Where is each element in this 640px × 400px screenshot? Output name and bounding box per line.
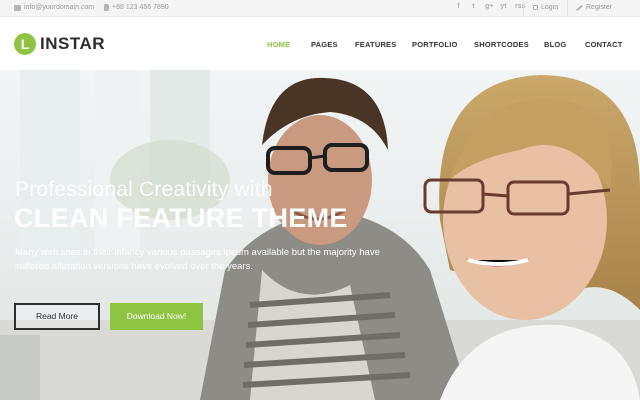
login-link[interactable]: Login [533, 4, 558, 11]
contact-phone: +88 123 456 7890 [104, 4, 169, 11]
hero-photo [0, 70, 640, 400]
register-link[interactable]: Register [576, 4, 612, 11]
nav-portfolio[interactable]: PORTFOLIO [412, 40, 458, 49]
hero-title: CLEAN FEATURE THEME [14, 203, 348, 233]
divider [567, 0, 568, 17]
nav-contact[interactable]: CONTACT [585, 40, 623, 49]
download-now-button[interactable]: Download Now! [110, 303, 203, 330]
facebook-icon[interactable]: f [455, 3, 462, 10]
site-header: L INSTAR HOME PAGES FEATURES PORTFOLIO S… [0, 17, 640, 70]
social-links: f t g+ yt rss [455, 3, 526, 10]
envelope-icon [14, 4, 21, 11]
twitter-icon[interactable]: t [470, 3, 477, 10]
divider [523, 0, 524, 17]
nav-blog[interactable]: BLOG [544, 40, 566, 49]
pencil-icon [576, 4, 583, 11]
nav-pages[interactable]: PAGES [311, 40, 338, 49]
youtube-icon[interactable]: yt [500, 3, 507, 10]
google-plus-icon[interactable]: g+ [485, 3, 493, 10]
nav-shortcodes[interactable]: SHORTCODES [474, 40, 529, 49]
hero-subtitle: Professional Creativity with [15, 178, 273, 201]
hero-banner: Professional Creativity with CLEAN FEATU… [0, 70, 640, 400]
read-more-button[interactable]: Read More [14, 303, 100, 330]
contact-email[interactable]: info@yourdomain.com [14, 4, 94, 11]
phone-icon [104, 4, 109, 11]
lock-icon [533, 5, 538, 10]
logo-text[interactable]: INSTAR [40, 34, 105, 54]
phone-text: +88 123 456 7890 [112, 4, 169, 11]
hero-description: Many web sites in their infancy various … [15, 247, 380, 272]
nav-home[interactable]: HOME [267, 40, 290, 49]
nav-features[interactable]: FEATURES [355, 40, 396, 49]
register-label: Register [586, 4, 613, 11]
top-utility-bar: info@yourdomain.com +88 123 456 7890 f t… [0, 0, 640, 17]
email-text: info@yourdomain.com [24, 4, 95, 11]
rss-icon[interactable]: rss [515, 3, 526, 10]
login-label: Login [541, 4, 559, 11]
logo-mark[interactable]: L [14, 33, 36, 55]
